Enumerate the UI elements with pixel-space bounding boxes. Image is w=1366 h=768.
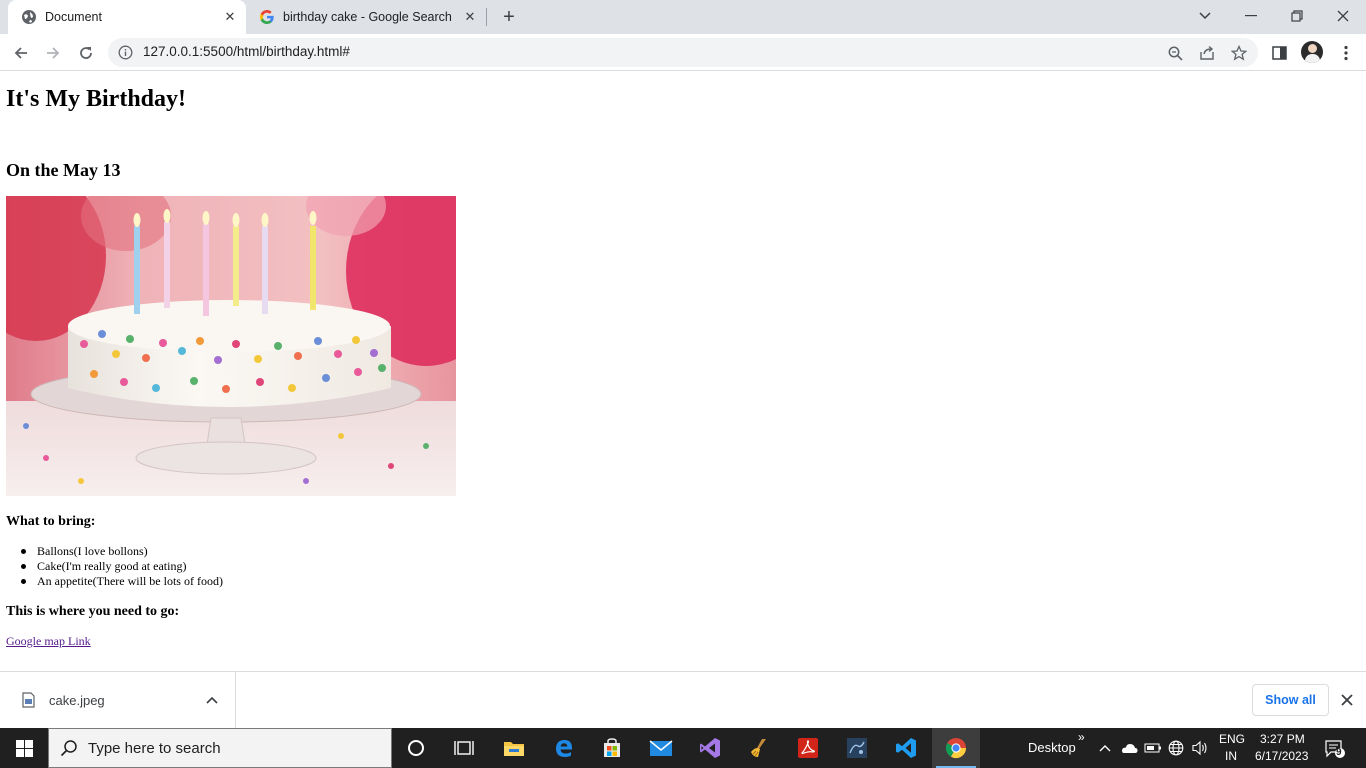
tab-separator (486, 8, 487, 26)
restore-icon[interactable] (1284, 4, 1310, 28)
tab-title: Document (45, 10, 102, 24)
cleanup-broom-icon[interactable] (735, 728, 783, 768)
bookmark-star-icon[interactable] (1230, 44, 1248, 62)
date-heading: On the May 13 (6, 160, 121, 180)
back-arrow-icon[interactable] (7, 39, 35, 67)
minimize-icon[interactable] (1238, 4, 1264, 28)
language-region[interactable]: IN (1225, 749, 1237, 763)
zoom-icon[interactable] (1166, 44, 1184, 62)
web-page: It's My Birthday! On the May 13 What to … (0, 72, 1366, 671)
tab-document[interactable]: Document ✕ (8, 0, 246, 34)
windows-start-icon[interactable] (0, 728, 48, 768)
download-item[interactable]: cake.jpeg (0, 672, 236, 729)
notification-count-badge: 9 (1336, 747, 1342, 758)
battery-icon[interactable] (1144, 739, 1162, 757)
close-icon[interactable]: ✕ (220, 7, 240, 27)
chrome-icon[interactable] (932, 728, 980, 768)
search-placeholder: Type here to search (88, 740, 221, 757)
where-heading: This is where you need to go: (6, 604, 180, 619)
forward-arrow-icon[interactable] (39, 39, 67, 67)
profile-avatar[interactable] (1301, 41, 1323, 63)
site-info-icon[interactable] (118, 45, 133, 60)
tab-strip: Document ✕ birthday cake - Google Search… (0, 0, 1366, 34)
address-bar[interactable]: 127.0.0.1:5500/html/birthday.html# (108, 38, 1258, 67)
microsoft-store-icon[interactable] (588, 728, 636, 768)
close-window-icon[interactable] (1330, 4, 1356, 28)
bring-heading: What to bring: (6, 514, 96, 529)
side-panel-icon[interactable] (1265, 39, 1293, 67)
clock-time[interactable]: 3:27 PM (1260, 732, 1305, 746)
birthday-cake-image (6, 196, 456, 496)
list-item: Ballons(I love bollons) (20, 544, 223, 559)
close-icon[interactable]: ✕ (460, 7, 480, 27)
tab-search-chevron-icon[interactable] (1192, 4, 1218, 28)
clock-date[interactable]: 6/17/2023 (1255, 749, 1308, 763)
globe-icon (21, 9, 37, 25)
mysql-workbench-icon[interactable] (833, 728, 881, 768)
taskbar-search-input[interactable]: Type here to search (48, 728, 392, 768)
tab-title: birthday cake - Google Search (283, 10, 452, 24)
toolbar-expand-icon[interactable]: » (1078, 730, 1085, 744)
search-icon (60, 739, 78, 757)
desktop-toolbar-label[interactable]: Desktop (1028, 740, 1076, 755)
volume-icon[interactable] (1191, 739, 1209, 757)
list-item: Cake(I'm really good at eating) (20, 559, 223, 574)
mail-icon[interactable] (637, 728, 685, 768)
reload-icon[interactable] (72, 39, 100, 67)
download-bar: cake.jpeg Show all (0, 671, 1366, 729)
google-map-link[interactable]: Google map Link (6, 634, 91, 649)
share-icon[interactable] (1198, 44, 1216, 62)
download-file-name: cake.jpeg (49, 693, 105, 708)
chevron-up-icon[interactable] (204, 692, 220, 708)
url-text: 127.0.0.1:5500/html/birthday.html# (143, 44, 350, 59)
file-icon (22, 692, 35, 708)
onedrive-cloud-icon[interactable] (1120, 739, 1138, 757)
edge-icon[interactable] (540, 728, 588, 768)
new-tab-button[interactable]: + (498, 6, 520, 28)
tab-google-search[interactable]: birthday cake - Google Search ✕ (248, 0, 486, 34)
page-title: It's My Birthday! (6, 86, 186, 112)
language-indicator[interactable]: ENG (1219, 732, 1245, 746)
network-globe-icon[interactable] (1167, 739, 1185, 757)
vscode-icon[interactable] (882, 728, 930, 768)
cortana-icon[interactable] (392, 728, 440, 768)
list-item: An appetite(There will be lots of food) (20, 574, 223, 589)
more-menu-icon[interactable] (1332, 39, 1360, 67)
show-all-button[interactable]: Show all (1252, 684, 1329, 716)
file-explorer-icon[interactable] (490, 728, 538, 768)
google-g-icon (259, 9, 275, 25)
visual-studio-icon[interactable] (686, 728, 734, 768)
bring-list: Ballons(I love bollons) Cake(I'm really … (20, 544, 223, 589)
close-icon[interactable] (1338, 691, 1356, 709)
windows-taskbar: Type here to search Desktop » ENG IN 3:2… (0, 728, 1366, 768)
acrobat-icon[interactable] (784, 728, 832, 768)
notification-center-icon[interactable] (1324, 738, 1346, 760)
task-view-icon[interactable] (440, 728, 488, 768)
browser-toolbar: 127.0.0.1:5500/html/birthday.html# (0, 34, 1366, 71)
chevron-up-icon[interactable] (1096, 739, 1114, 757)
